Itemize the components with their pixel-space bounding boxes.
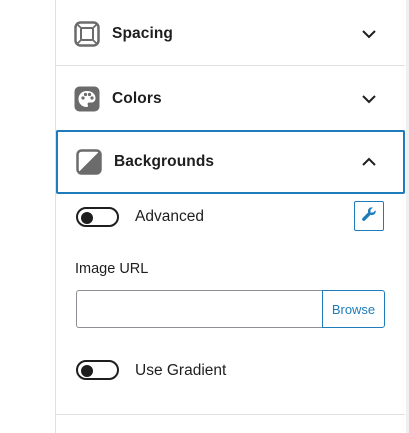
- image-url-row: Browse: [76, 290, 385, 328]
- use-gradient-label: Use Gradient: [135, 362, 227, 379]
- backgrounds-section-header[interactable]: Backgrounds: [56, 130, 405, 194]
- chevron-down-icon: [361, 26, 377, 42]
- section-divider: [56, 414, 405, 415]
- advanced-settings-button[interactable]: [354, 201, 384, 231]
- colors-section-header[interactable]: Colors: [56, 67, 405, 131]
- wrench-icon: [361, 206, 377, 227]
- image-url-label: Image URL: [75, 261, 149, 277]
- advanced-toggle[interactable]: [76, 207, 119, 227]
- background-icon: [76, 149, 102, 175]
- spacing-title: Spacing: [112, 24, 173, 42]
- advanced-label: Advanced: [135, 208, 204, 225]
- palette-icon: [74, 86, 100, 112]
- toggle-knob: [81, 211, 93, 224]
- image-url-input[interactable]: [76, 290, 322, 328]
- backgrounds-title: Backgrounds: [114, 153, 215, 170]
- settings-sidebar: Spacing Colors Backgrounds Advanced Imag…: [0, 0, 409, 433]
- chevron-down-icon: [361, 91, 377, 107]
- spacing-section-header[interactable]: Spacing: [56, 2, 405, 66]
- browse-button[interactable]: Browse: [322, 290, 385, 328]
- block-settings-panel: Spacing Colors Backgrounds Advanced Imag…: [56, 0, 406, 433]
- toggle-knob: [81, 364, 93, 377]
- use-gradient-toggle[interactable]: [76, 360, 119, 380]
- colors-title: Colors: [112, 89, 162, 107]
- chevron-up-icon: [361, 154, 377, 170]
- spacing-icon: [74, 20, 100, 47]
- left-gutter: [0, 0, 56, 433]
